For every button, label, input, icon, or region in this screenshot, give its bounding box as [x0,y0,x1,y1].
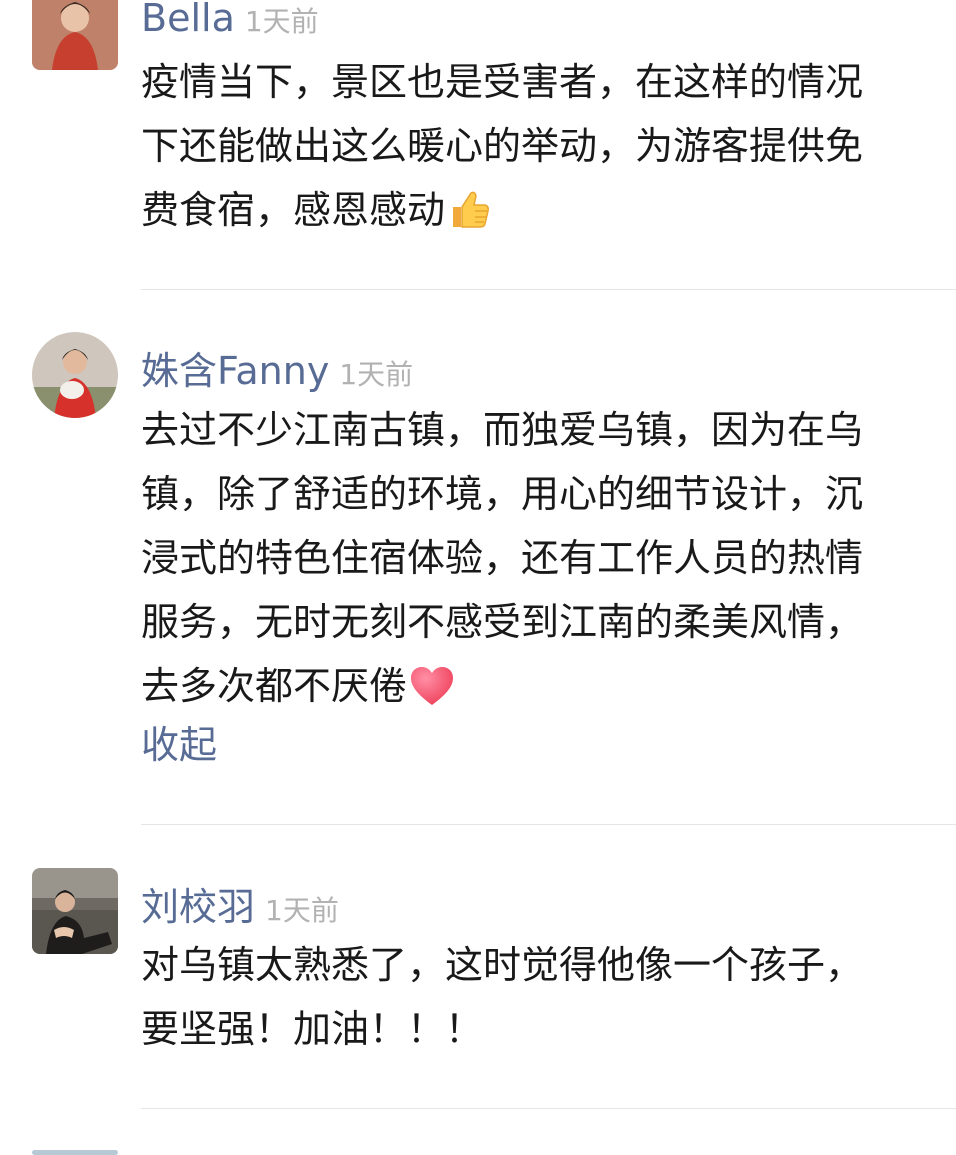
comment-meta: 姝含Fanny 1天前 [141,340,413,395]
comment-text: 去过不少江南古镇，而独爱乌镇，因为在乌 镇，除了舒适的环境，用心的细节设计，沉 … [141,398,941,726]
comment-feed: Bella 1天前 疫情当下，景区也是受害者，在这样的情况 下还能做出这么暖心的举… [0,0,956,1155]
divider [141,1108,956,1109]
avatar[interactable] [32,332,118,418]
commenter-name[interactable]: 姝含Fanny [141,349,329,393]
thumbs-up-icon [447,186,491,250]
commenter-name[interactable]: 刘校羽 [141,885,255,929]
comment-line: 对乌镇太熟悉了，这时觉得他像一个孩子， [141,943,864,987]
comment-line: 疫情当下，景区也是受害者，在这样的情况 [141,60,864,104]
avatar[interactable] [32,0,118,70]
divider [141,289,956,290]
comment-meta: 刘校羽 1天前 [141,876,339,931]
comment-line: 浸式的特色住宿体验，还有工作人员的热情 [141,536,864,580]
collapse-link[interactable]: 收起 [141,714,217,769]
comment-line: 去过不少江南古镇，而独爱乌镇，因为在乌 [141,408,864,452]
comment-text: 对乌镇太熟悉了，这时觉得他像一个孩子， 要坚强！加油！！！ [141,933,941,1061]
comment-line: 要坚强！加油！！！ [141,1007,484,1051]
comment-line-text: 去多次都不厌倦 [141,664,408,708]
comment-line: 去多次都不厌倦 [141,654,941,726]
avatar-image [32,0,118,70]
comment-line: 费食宿，感恩感动 [141,178,941,250]
commenter-name[interactable]: Bella [141,0,235,40]
comment-time: 1天前 [265,894,339,927]
comment-line-text: 费食宿，感恩感动 [141,188,446,232]
divider [141,824,956,825]
avatar[interactable] [32,1150,118,1155]
comment-meta: Bella 1天前 [141,0,319,40]
comment-time: 1天前 [339,358,414,391]
heart-icon [409,662,455,726]
comment-line: 服务，无时无刻不感受到江南的柔美风情， [141,600,864,644]
comment-text: 疫情当下，景区也是受害者，在这样的情况 下还能做出这么暖心的举动，为游客提供免 … [141,50,941,250]
avatar-image [32,332,118,418]
comment-line: 镇，除了舒适的环境，用心的细节设计，沉 [141,472,864,516]
avatar[interactable] [32,868,118,954]
avatar-image [32,868,118,954]
comment-time: 1天前 [244,5,319,38]
comment-line: 下还能做出这么暖心的举动，为游客提供免 [141,124,864,168]
